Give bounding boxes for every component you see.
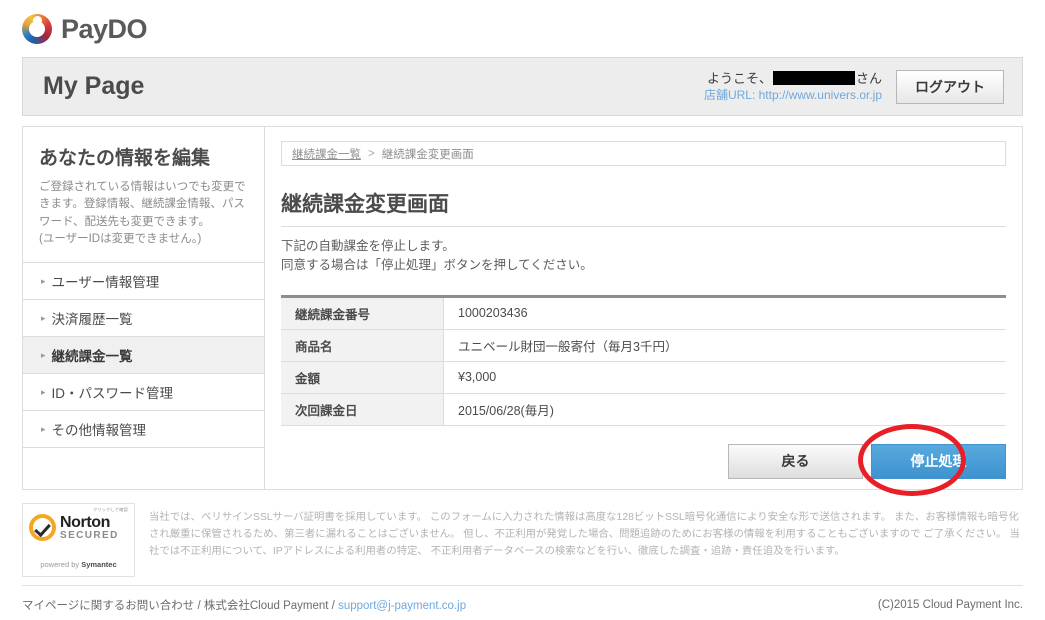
security-legal-strip: クリックして確認 Norton SECURED powered by Syman…	[22, 503, 1023, 577]
sidebar-item-label: その他情報管理	[51, 423, 147, 438]
stop-processing-button[interactable]: 停止処理	[871, 443, 1006, 479]
norton-name-label: Norton	[60, 513, 111, 531]
breadcrumb-separator: >	[368, 147, 375, 160]
table-value-product-name: ユニベール財団一般寄付（毎月3千円）	[443, 329, 1006, 362]
welcome-suffix: さん	[855, 70, 882, 86]
sidebar-item-other-info[interactable]: ▸ その他情報管理	[23, 411, 264, 448]
sidebar-description: ご登録されている情報はいつでも変更できます。登録情報、継続課金情報、パスワード、…	[39, 181, 246, 245]
bullet-icon: ▸	[41, 312, 46, 323]
page-title: My Page	[43, 72, 145, 100]
footer-copyright: (C)2015 Cloud Payment Inc.	[877, 599, 1023, 611]
back-button[interactable]: 戻る	[728, 443, 863, 479]
table-value-recurring-number: 1000203436	[443, 296, 1006, 330]
main-content: 継続課金一覧 > 継続課金変更画面 継続課金変更画面 下記の自動課金を停止します…	[265, 127, 1022, 489]
norton-secured-label: SECURED	[60, 529, 119, 541]
bullet-icon: ▸	[41, 386, 46, 397]
page-root: PayDO My Page ようこそ、 さん 店舗URL: http://www.…	[0, 0, 1045, 620]
redacted-username	[772, 70, 855, 85]
sidebar-item-label: ID・パスワード管理	[51, 386, 174, 401]
table-value-amount: ¥3,000	[443, 361, 1006, 394]
powered-by-prefix: powered by	[40, 560, 82, 569]
sidebar-item-payment-history[interactable]: ▸ 決済履歴一覧	[23, 300, 264, 337]
norton-badge-main: Norton SECURED	[29, 514, 119, 541]
welcome-prefix: ようこそ、	[706, 70, 772, 86]
table-row: 次回課金日 2015/06/28(毎月)	[281, 393, 1006, 426]
welcome-line: ようこそ、 さん	[704, 70, 882, 88]
table-label-recurring-number: 継続課金番号	[281, 296, 444, 330]
sidebar-item-label: ユーザー情報管理	[51, 275, 160, 290]
table-row: 継続課金番号 1000203436	[281, 296, 1006, 330]
breadcrumb: 継続課金一覧 > 継続課金変更画面	[281, 141, 1006, 166]
table-row: 商品名 ユニベール財団一般寄付（毎月3千円）	[281, 329, 1006, 362]
bullet-icon: ▸	[41, 349, 46, 360]
recurring-info-table: 継続課金番号 1000203436 商品名 ユニベール財団一般寄付（毎月3千円）…	[281, 294, 1006, 426]
table-label-product-name: 商品名	[281, 329, 444, 362]
sidebar-filler	[23, 448, 264, 489]
sidebar-item-label: 継続課金一覧	[51, 349, 133, 364]
footer-contact: マイページに関するお問い合わせ / 株式会社Cloud Payment / su…	[22, 597, 466, 613]
norton-click-to-verify-label: クリックして確認	[93, 507, 128, 512]
sidebar-title: あなたの情報を編集	[39, 148, 211, 169]
norton-wordmark: Norton SECURED	[60, 513, 119, 541]
norton-powered-by: powered by Symantec	[23, 560, 134, 569]
symantec-brand: Symantec	[81, 560, 117, 569]
brand-logo: PayDO	[22, 12, 148, 46]
sidebar-item-label: 決済履歴一覧	[51, 312, 133, 327]
breadcrumb-current: 継続課金変更画面	[381, 148, 474, 161]
shop-url-label: 店舗URL: http://www.univers.or.jp	[703, 88, 882, 103]
mypage-header-bar: My Page ようこそ、 さん 店舗URL: http://www.univer…	[22, 57, 1023, 116]
bullet-icon: ▸	[41, 423, 46, 434]
content-heading: 継続課金変更画面	[281, 188, 1006, 227]
sidebar-item-recurring-list[interactable]: ▸ 継続課金一覧	[23, 337, 264, 374]
sidebar-header: あなたの情報を編集 ご登録されている情報はいつでも変更できます。登録情報、継続課…	[23, 127, 264, 263]
welcome-block: ようこそ、 さん 店舗URL: http://www.univers.or.jp	[704, 70, 882, 104]
norton-secured-badge[interactable]: クリックして確認 Norton SECURED powered by Syman…	[22, 503, 135, 577]
checkmark-icon	[29, 514, 56, 541]
breadcrumb-link-recurring-list[interactable]: 継続課金一覧	[292, 146, 361, 162]
main-frame: あなたの情報を編集 ご登録されている情報はいつでも変更できます。登録情報、継続課…	[22, 126, 1023, 490]
table-row: 金額 ¥3,000	[281, 361, 1006, 394]
security-legal-text: 当社では、ベリサインSSLサーバ証明書を採用しています。 このフォームに入力され…	[149, 512, 1020, 558]
content-lead-text: 下記の自動課金を停止します。 同意する場合は「停止処理」ボタンを押してください。	[281, 239, 593, 272]
table-value-next-billing-date: 2015/06/28(毎月)	[443, 393, 1006, 426]
paydo-ring-icon	[22, 14, 52, 44]
footer-support-email-link[interactable]: support@j-payment.co.jp	[338, 600, 466, 612]
footer-contact-text: マイページに関するお問い合わせ / 株式会社Cloud Payment /	[22, 600, 339, 612]
bullet-icon: ▸	[41, 275, 46, 286]
sidebar-item-user-info[interactable]: ▸ ユーザー情報管理	[23, 263, 264, 300]
table-label-next-billing-date: 次回課金日	[281, 393, 444, 426]
logout-button[interactable]: ログアウト	[896, 69, 1004, 104]
action-button-row: 戻る 停止処理	[281, 443, 1006, 479]
footer: マイページに関するお問い合わせ / 株式会社Cloud Payment / su…	[22, 585, 1023, 613]
table-label-amount: 金額	[281, 361, 444, 394]
brand-name: PayDO	[61, 13, 148, 44]
sidebar: あなたの情報を編集 ご登録されている情報はいつでも変更できます。登録情報、継続課…	[23, 127, 265, 489]
sidebar-item-id-password[interactable]: ▸ ID・パスワード管理	[23, 374, 264, 411]
